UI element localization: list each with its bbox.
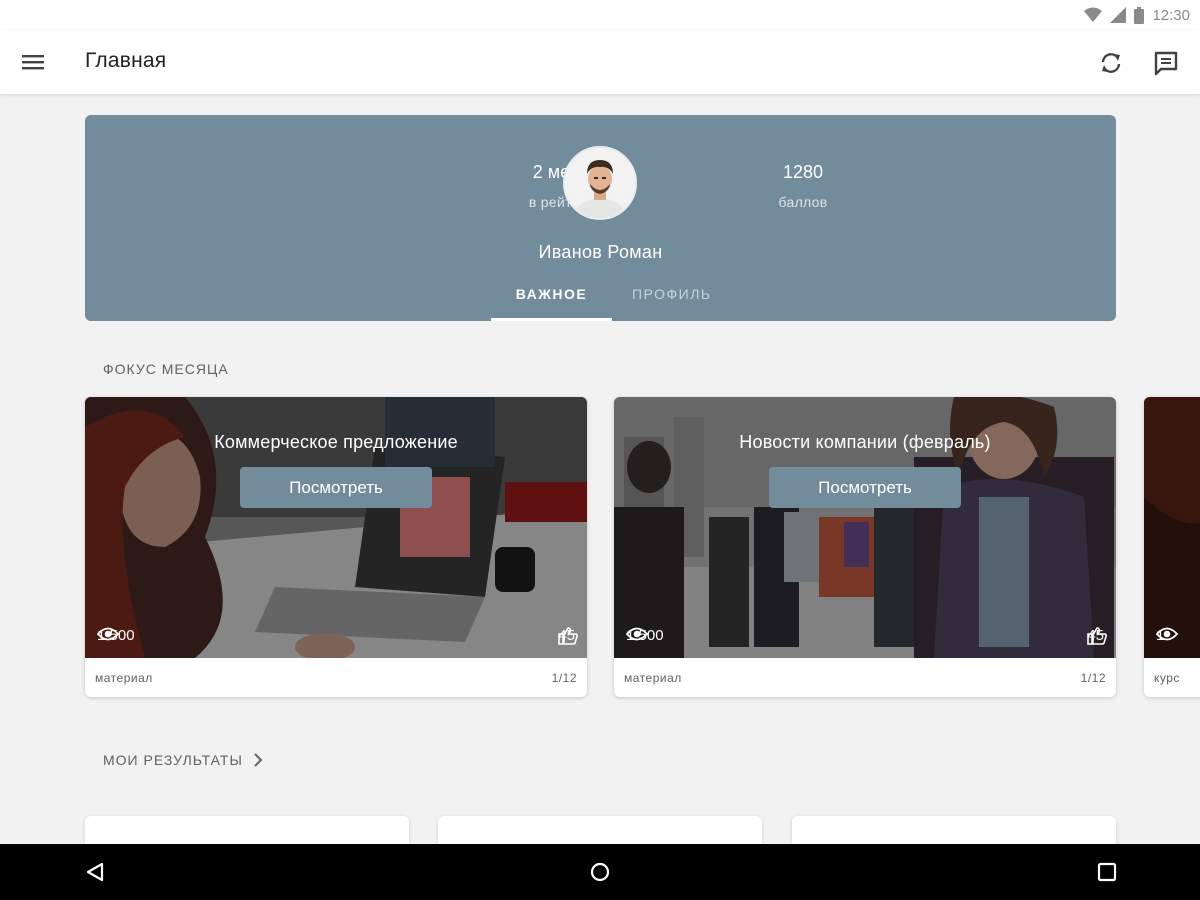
results-title-label: МОИ РЕЗУЛЬТАТЫ	[103, 752, 243, 768]
view-button[interactable]: Посмотреть	[769, 467, 961, 508]
likes-counter[interactable]: 45	[1087, 627, 1108, 645]
wifi-icon	[1084, 7, 1103, 22]
card-footer: материал 1/12	[85, 658, 587, 697]
message-icon	[1154, 51, 1178, 76]
card-pager: 1/12	[551, 670, 577, 685]
card-title: Новости компании (февраль)	[739, 432, 991, 452]
menu-button[interactable]	[18, 47, 48, 77]
navigation-bar	[0, 844, 1200, 900]
tab-profile[interactable]: ПРОФИЛЬ	[612, 281, 732, 321]
card-footer: курс	[1144, 658, 1200, 697]
focus-card[interactable]: Новости компании (февраль) Посмотреть 1 …	[614, 397, 1116, 697]
page-title: Главная	[85, 49, 167, 72]
menu-icon	[22, 55, 44, 70]
refresh-icon	[1101, 53, 1121, 73]
user-name: Иванов Роман	[538, 242, 663, 262]
thumb-up-icon	[1087, 627, 1108, 645]
results-section-title[interactable]: МОИ РЕЗУЛЬТАТЫ	[103, 752, 263, 768]
signal-icon	[1110, 7, 1127, 23]
app-bar: Главная	[0, 30, 1200, 94]
tab-important[interactable]: ВАЖНОЕ	[491, 281, 612, 321]
card-type: материал	[624, 670, 682, 685]
status-time: 12:30	[1152, 6, 1190, 24]
focus-section-title: ФОКУС МЕСЯЦА	[103, 361, 229, 377]
home-icon	[590, 862, 610, 882]
back-button[interactable]	[80, 857, 110, 887]
card-image: Коммерческое предложение Посмотреть 1 50…	[85, 397, 587, 658]
card-type: курс	[1154, 670, 1180, 685]
chevron-right-icon	[254, 753, 263, 767]
eye-icon	[1156, 627, 1178, 641]
avatar[interactable]	[563, 146, 637, 220]
refresh-button[interactable]	[1095, 47, 1127, 79]
recent-apps-icon	[1097, 862, 1117, 882]
views-counter: 1 500	[97, 627, 135, 644]
avatar-photo	[565, 148, 635, 218]
home-button[interactable]	[585, 857, 615, 887]
focus-card[interactable]: 1 курс	[1144, 397, 1200, 697]
points-value: 1280	[782, 162, 824, 182]
likes-counter[interactable]: 45	[558, 627, 579, 645]
thumb-up-icon	[558, 627, 579, 645]
card-image: Новости компании (февраль) Посмотреть 1 …	[614, 397, 1116, 658]
card-type: материал	[95, 670, 153, 685]
status-bar: 12:30	[0, 0, 1200, 30]
card-image: 1	[1144, 397, 1200, 658]
profile-card: 2 место в рейтинге 1280 баллов Иванов Ро…	[85, 115, 1116, 321]
eye-icon	[97, 627, 119, 641]
card-footer: материал 1/12	[614, 658, 1116, 697]
view-button[interactable]: Посмотреть	[240, 467, 432, 508]
card-pager: 1/12	[1080, 670, 1106, 685]
points-stat: 1280 баллов	[723, 162, 883, 210]
eye-icon	[626, 627, 648, 641]
back-icon	[86, 862, 104, 882]
views-counter: 1 500	[626, 627, 664, 644]
card-title: Коммерческое предложение	[214, 432, 458, 452]
battery-icon	[1134, 6, 1145, 24]
points-label: баллов	[778, 194, 828, 210]
profile-tabs: ВАЖНОЕ ПРОФИЛЬ	[491, 281, 732, 321]
card-overlay	[1144, 397, 1200, 658]
focus-card[interactable]: Коммерческое предложение Посмотреть 1 50…	[85, 397, 587, 697]
views-counter: 1	[1156, 627, 1178, 644]
recent-apps-button[interactable]	[1092, 857, 1122, 887]
feedback-button[interactable]	[1150, 47, 1182, 79]
